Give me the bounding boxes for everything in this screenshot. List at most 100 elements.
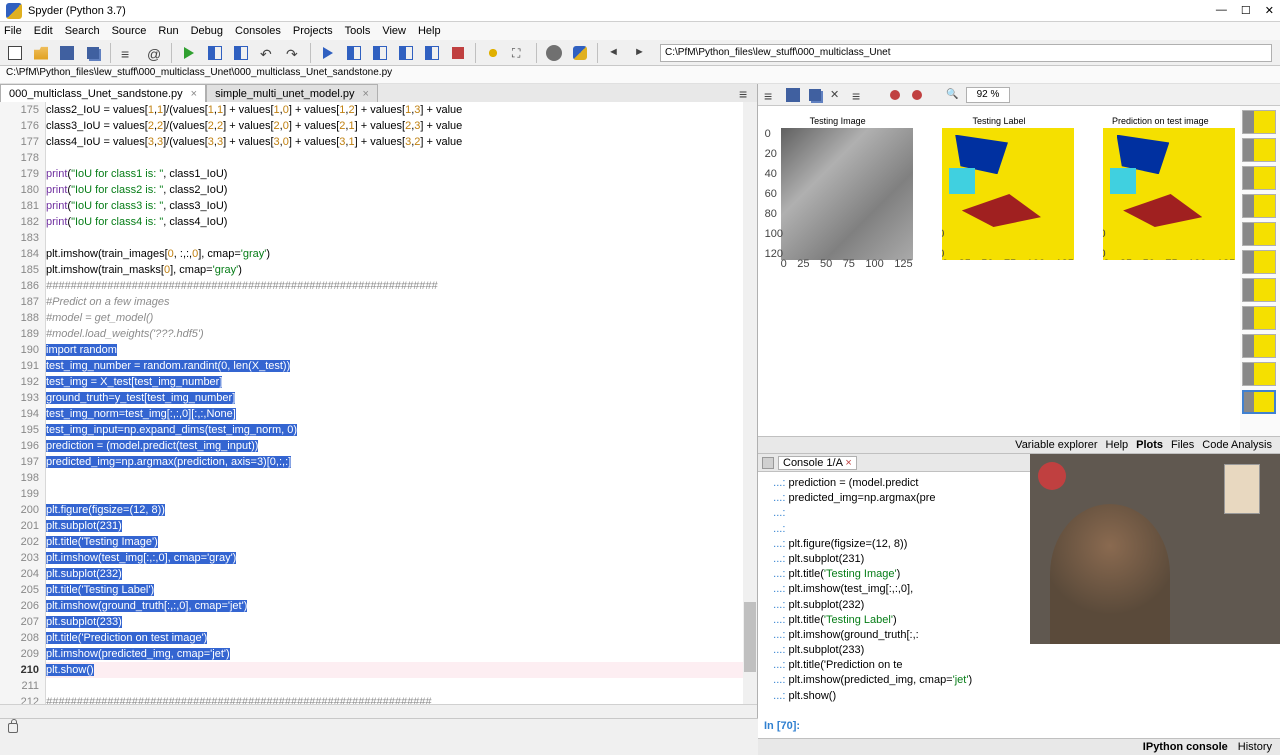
- debug-button[interactable]: [317, 42, 339, 64]
- forward-button[interactable]: [630, 42, 652, 64]
- titlebar: Spyder (Python 3.7) — ☐ ✕: [0, 0, 1280, 22]
- arrow-left-icon: [608, 46, 622, 60]
- save-all-button[interactable]: [82, 42, 104, 64]
- close-tab-icon[interactable]: ×: [191, 88, 197, 100]
- lock-icon: [8, 723, 18, 733]
- plot-thumbnail-rail[interactable]: [1240, 106, 1280, 436]
- plot-close-all-button[interactable]: [850, 86, 868, 104]
- vertical-scrollbar[interactable]: [743, 102, 757, 704]
- new-file-button[interactable]: [4, 42, 26, 64]
- save-all-icon: [87, 47, 99, 59]
- step-into-button[interactable]: [369, 42, 391, 64]
- console-options-icon[interactable]: [762, 457, 774, 469]
- console-tab[interactable]: Console 1/A ×: [778, 456, 857, 470]
- menu-debug[interactable]: Debug: [191, 25, 223, 37]
- maximize-button[interactable]: ☐: [1241, 4, 1251, 17]
- menu-source[interactable]: Source: [112, 25, 147, 37]
- menubar: File Edit Search Source Run Debug Consol…: [0, 22, 1280, 40]
- menu-run[interactable]: Run: [158, 25, 178, 37]
- zoom-input[interactable]: [966, 87, 1010, 103]
- step-out-button[interactable]: [395, 42, 417, 64]
- code-area[interactable]: class2_IoU = values[1,1]/(values[1,1] + …: [46, 102, 757, 704]
- scrollbar-thumb[interactable]: [744, 602, 756, 672]
- minimize-button[interactable]: —: [1216, 4, 1227, 17]
- stop-icon: [452, 47, 464, 59]
- plot-thumbnail[interactable]: [1242, 334, 1276, 358]
- plot-thumbnail[interactable]: [1242, 222, 1276, 246]
- tab-variable-explorer[interactable]: Variable explorer: [1015, 439, 1097, 451]
- list-icon: [121, 46, 135, 60]
- tab-menu-icon[interactable]: [739, 86, 753, 100]
- menu-projects[interactable]: Projects: [293, 25, 333, 37]
- stop-button[interactable]: [447, 42, 469, 64]
- expand-button[interactable]: [508, 42, 530, 64]
- save-icon: [786, 88, 800, 102]
- plot-next-button[interactable]: [908, 86, 926, 104]
- menu-file[interactable]: File: [4, 25, 22, 37]
- plot-thumbnail[interactable]: [1242, 306, 1276, 330]
- plot-image-label: 020406080100120 0255075100125: [942, 128, 1074, 260]
- save-icon: [60, 46, 74, 60]
- plot-save-all-button[interactable]: [806, 86, 824, 104]
- redo-icon: [286, 46, 300, 60]
- spyder-icon: [6, 3, 22, 19]
- picture-in-picture-video[interactable]: [1030, 454, 1280, 644]
- tab-plots[interactable]: Plots: [1136, 439, 1163, 451]
- run-button[interactable]: [178, 42, 200, 64]
- run-cell-advance-button[interactable]: [230, 42, 252, 64]
- plot-thumbnail[interactable]: [1242, 138, 1276, 162]
- plot-close-button[interactable]: [828, 86, 846, 104]
- list-button[interactable]: [117, 42, 139, 64]
- plot-thumbnail[interactable]: [1242, 362, 1276, 386]
- plot-thumbnail[interactable]: [1242, 110, 1276, 134]
- plot-menu-button[interactable]: [762, 86, 780, 104]
- menu-help[interactable]: Help: [418, 25, 441, 37]
- working-dir-input[interactable]: C:\PfM\Python_files\lew_stuff\000_multic…: [660, 44, 1272, 62]
- profiler-button[interactable]: [482, 42, 504, 64]
- menu-tools[interactable]: Tools: [345, 25, 371, 37]
- preferences-button[interactable]: [543, 42, 565, 64]
- plot-save-button[interactable]: [784, 86, 802, 104]
- plot-thumbnail-selected[interactable]: [1242, 390, 1276, 414]
- open-file-button[interactable]: [30, 42, 52, 64]
- code-editor[interactable]: 1751761771781791801811821831841851861871…: [0, 102, 757, 704]
- plot-thumbnail[interactable]: [1242, 166, 1276, 190]
- horizontal-scrollbar[interactable]: [0, 704, 757, 718]
- step-into-icon: [373, 46, 387, 60]
- tab-history[interactable]: History: [1238, 741, 1272, 753]
- menu-consoles[interactable]: Consoles: [235, 25, 281, 37]
- close-console-icon[interactable]: ×: [845, 457, 851, 469]
- redo-button[interactable]: [282, 42, 304, 64]
- plot-thumbnail[interactable]: [1242, 194, 1276, 218]
- plot-thumbnail[interactable]: [1242, 250, 1276, 274]
- back-button[interactable]: [604, 42, 626, 64]
- tab-ipython-console[interactable]: IPython console: [1143, 741, 1228, 753]
- run-cell-advance-icon: [234, 46, 248, 60]
- menu-view[interactable]: View: [382, 25, 406, 37]
- plot-area: Testing Image 020406080100120 0255075100…: [758, 106, 1280, 436]
- save-button[interactable]: [56, 42, 78, 64]
- menu-search[interactable]: Search: [65, 25, 100, 37]
- plot-thumbnail[interactable]: [1242, 278, 1276, 302]
- tab-files[interactable]: Files: [1171, 439, 1194, 451]
- close-tab-icon[interactable]: ×: [363, 88, 369, 100]
- expand-icon: [512, 46, 526, 60]
- undo-button[interactable]: [256, 42, 278, 64]
- step-over-button[interactable]: [343, 42, 365, 64]
- tab-help[interactable]: Help: [1106, 439, 1129, 451]
- editor-tab-active[interactable]: 000_multiclass_Unet_sandstone.py×: [0, 84, 206, 102]
- python-path-button[interactable]: [569, 42, 591, 64]
- zoom-button[interactable]: [944, 86, 962, 104]
- menu-edit[interactable]: Edit: [34, 25, 53, 37]
- tab-code-analysis[interactable]: Code Analysis: [1202, 439, 1272, 451]
- right-panel-tabs: Variable explorer Help Plots Files Code …: [758, 436, 1280, 454]
- close-button[interactable]: ✕: [1265, 4, 1274, 17]
- plot-prev-button[interactable]: [886, 86, 904, 104]
- run-cell-button[interactable]: [204, 42, 226, 64]
- plot-toolbar: [758, 84, 1280, 106]
- at-button[interactable]: [143, 42, 165, 64]
- close-all-icon: [852, 88, 866, 102]
- continue-button[interactable]: [421, 42, 443, 64]
- editor-tab-inactive[interactable]: simple_multi_unet_model.py×: [206, 84, 378, 102]
- editor-panel: 000_multiclass_Unet_sandstone.py× simple…: [0, 84, 758, 718]
